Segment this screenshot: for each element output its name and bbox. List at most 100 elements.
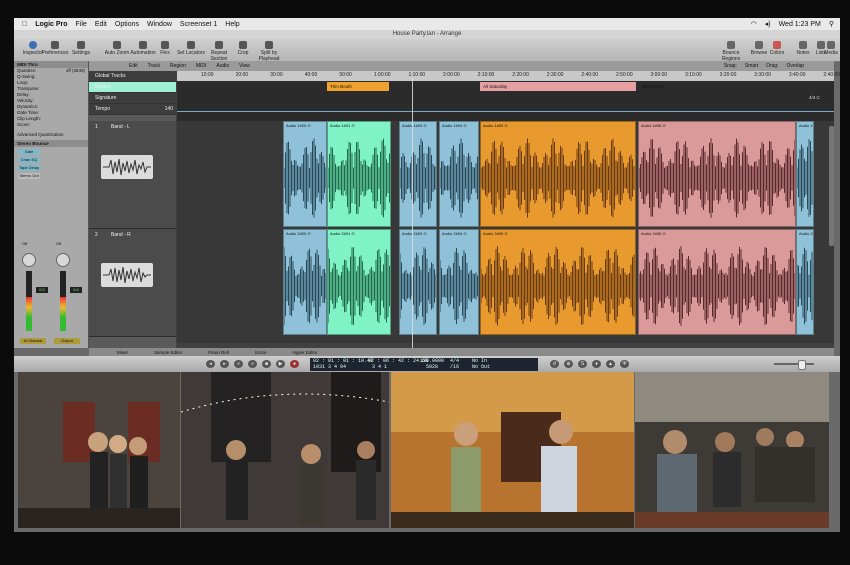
forward-icon[interactable]: » [248,360,257,368]
transport-display[interactable]: 02 : 01 : 01 : 10.47 1031 3 4 94 02 : 06… [310,358,538,371]
menu-edit[interactable]: Edit [95,21,107,28]
region-name: Audio 1#06 ⊙ [641,123,666,128]
split-by-playhead-button[interactable]: Split by Playhead [252,41,286,62]
volume-icon[interactable]: ◂) [765,20,771,28]
tuner-icon[interactable]: Ψ [620,360,629,368]
master-volume-knob[interactable] [798,360,806,370]
audio-region[interactable]: Audio 1#04 ⊙ [439,121,479,227]
apple-menu-icon[interactable]:  [22,21,27,28]
solo-icon[interactable]: S [578,360,587,368]
audio-region[interactable]: Audio 1#06 ⊙ [638,121,796,227]
audio-region[interactable]: Audio 1#05 ⊙ [480,121,636,227]
ruler-tick: 2:50:00 [615,72,633,78]
marker-2[interactable]: All Saturday [480,82,636,91]
vertical-scrollbar[interactable] [829,126,834,246]
local-region[interactable]: Region [170,63,186,69]
audio-region[interactable]: Audio 2#07 ⊙ [796,229,814,335]
local-view[interactable]: View [239,63,250,69]
tab-piano-roll[interactable]: Piano Roll [208,350,229,355]
pan-knob-1[interactable] [22,253,36,267]
marker-1[interactable]: Trim Booth [327,82,389,91]
param-score[interactable]: Score: [14,122,88,128]
locators-icon [187,41,195,49]
timeline-ruler[interactable]: 10:00 20:00 30:00 40:00 50:00 1:00:00 1:10:00 2… [177,71,840,81]
spotlight-icon[interactable]: ⚲ [829,20,834,28]
chan-eq-slot[interactable]: Chan EQ [18,157,40,163]
sync-icon[interactable]: ♦ [592,360,601,368]
menu-clock[interactable]: Wed 1:23 PM [779,21,821,28]
playhead[interactable] [412,78,413,348]
ch2-off[interactable]: Off [56,241,61,246]
channel-name-2[interactable]: Output [54,338,80,344]
track-headers: Global Tracks Marker Signature Tempo 140 … [89,71,176,348]
rewind-start-icon[interactable]: ◂ [206,360,215,368]
audio-region[interactable]: Audio 1#01 ⊙ [327,121,391,227]
channel-strip-title[interactable]: Stereo Bounce [14,140,88,147]
settings-button[interactable]: Settings [64,41,98,56]
menu-screenset[interactable]: Screenset 1 [180,21,217,28]
stop-icon[interactable]: ■ [262,360,271,368]
local-track[interactable]: Track [148,63,160,69]
track-name-1[interactable]: Band - L [111,124,130,130]
ruler-tick: 3:40:00 [788,72,806,78]
advanced-quantization[interactable]: Advanced Quantization [14,132,88,138]
audio-region[interactable]: Audio 2#03 ⊙ [399,229,437,335]
tempo-track-header[interactable]: Tempo 140 [89,104,176,115]
tab-score[interactable]: Score [255,350,267,355]
photo-band-group [18,372,180,528]
channel-name-1[interactable]: Ac Bassist [20,338,46,344]
inspector-title[interactable]: MIDI Thru [14,61,88,68]
track-number-1: 1 [95,124,98,130]
local-audio[interactable]: Audio [216,63,229,69]
menu-help[interactable]: Help [225,21,239,28]
master-volume-slider[interactable] [774,363,814,365]
tempo-curve[interactable] [177,111,834,112]
menu-options[interactable]: Options [115,21,139,28]
waveform [481,138,635,218]
media-button[interactable]: Media [820,41,840,56]
audio-region[interactable]: Audio 2#05 ⊙ [480,229,636,335]
record-icon[interactable]: ● [290,360,299,368]
replace-icon[interactable]: ⊕ [564,360,573,368]
drag-select[interactable]: Overlap [786,63,804,69]
tab-sample-editor[interactable]: Sample Editor [154,350,182,355]
click-icon[interactable]: ▲ [606,360,615,368]
rewind-icon[interactable]: « [234,360,243,368]
media-icon [827,41,835,49]
track-header-2[interactable]: 2 Band - R [89,229,176,337]
photo-band-group-image [18,372,180,528]
marker-3[interactable]: Blue Crazy [639,82,799,91]
audio-region[interactable]: Audio 2#00 ⊙ [283,229,327,335]
cycle-icon[interactable]: ↺ [550,360,559,368]
wifi-icon[interactable]: ◠ [751,20,757,28]
audio-region[interactable]: Audio 2#01 ⊙ [327,229,391,335]
tape-delay-slot[interactable]: Tape Delay [18,165,40,171]
region-name: Audio 2#03 ⊙ [402,231,427,236]
track-name-2[interactable]: Band - R [111,232,131,238]
tab-hyper-editor[interactable]: Hyper Editor [293,350,318,355]
global-tracks-header[interactable]: Global Tracks [89,71,176,82]
snap-select[interactable]: Smart [745,63,758,69]
play-from-start-icon[interactable]: ▸ [220,360,229,368]
local-edit[interactable]: Edit [129,63,138,69]
audio-region[interactable]: Audio 2#04 ⊙ [439,229,479,335]
menu-app[interactable]: Logic Pro [35,21,67,28]
ch1-off[interactable]: Off [22,241,27,246]
stereo-out-slot[interactable]: Stereo Out [18,173,40,179]
region-name: Audio 2#05 ⊙ [483,231,508,236]
audio-region[interactable]: Audio 1#03 ⊙ [399,121,437,227]
audio-region[interactable]: Audio 2#06 ⊙ [638,229,796,335]
marker-track-header[interactable]: Marker [89,82,176,93]
track-header-1[interactable]: 1 Band - L [89,121,176,229]
menu-file[interactable]: File [76,21,87,28]
play-icon[interactable]: ▶ [276,360,285,368]
pan-knob-2[interactable] [56,253,70,267]
audio-region[interactable]: Audio 1#07 ⊙ [796,121,814,227]
waveform [440,138,478,218]
local-midi[interactable]: MIDI [196,63,207,69]
gate-slot[interactable]: Gate [18,149,40,155]
audio-region[interactable]: Audio 1#00 ⊙ [283,121,327,227]
menu-window[interactable]: Window [147,21,172,28]
signature-track-header[interactable]: Signature [89,93,176,104]
tab-mixer[interactable]: Mixer [117,350,128,355]
